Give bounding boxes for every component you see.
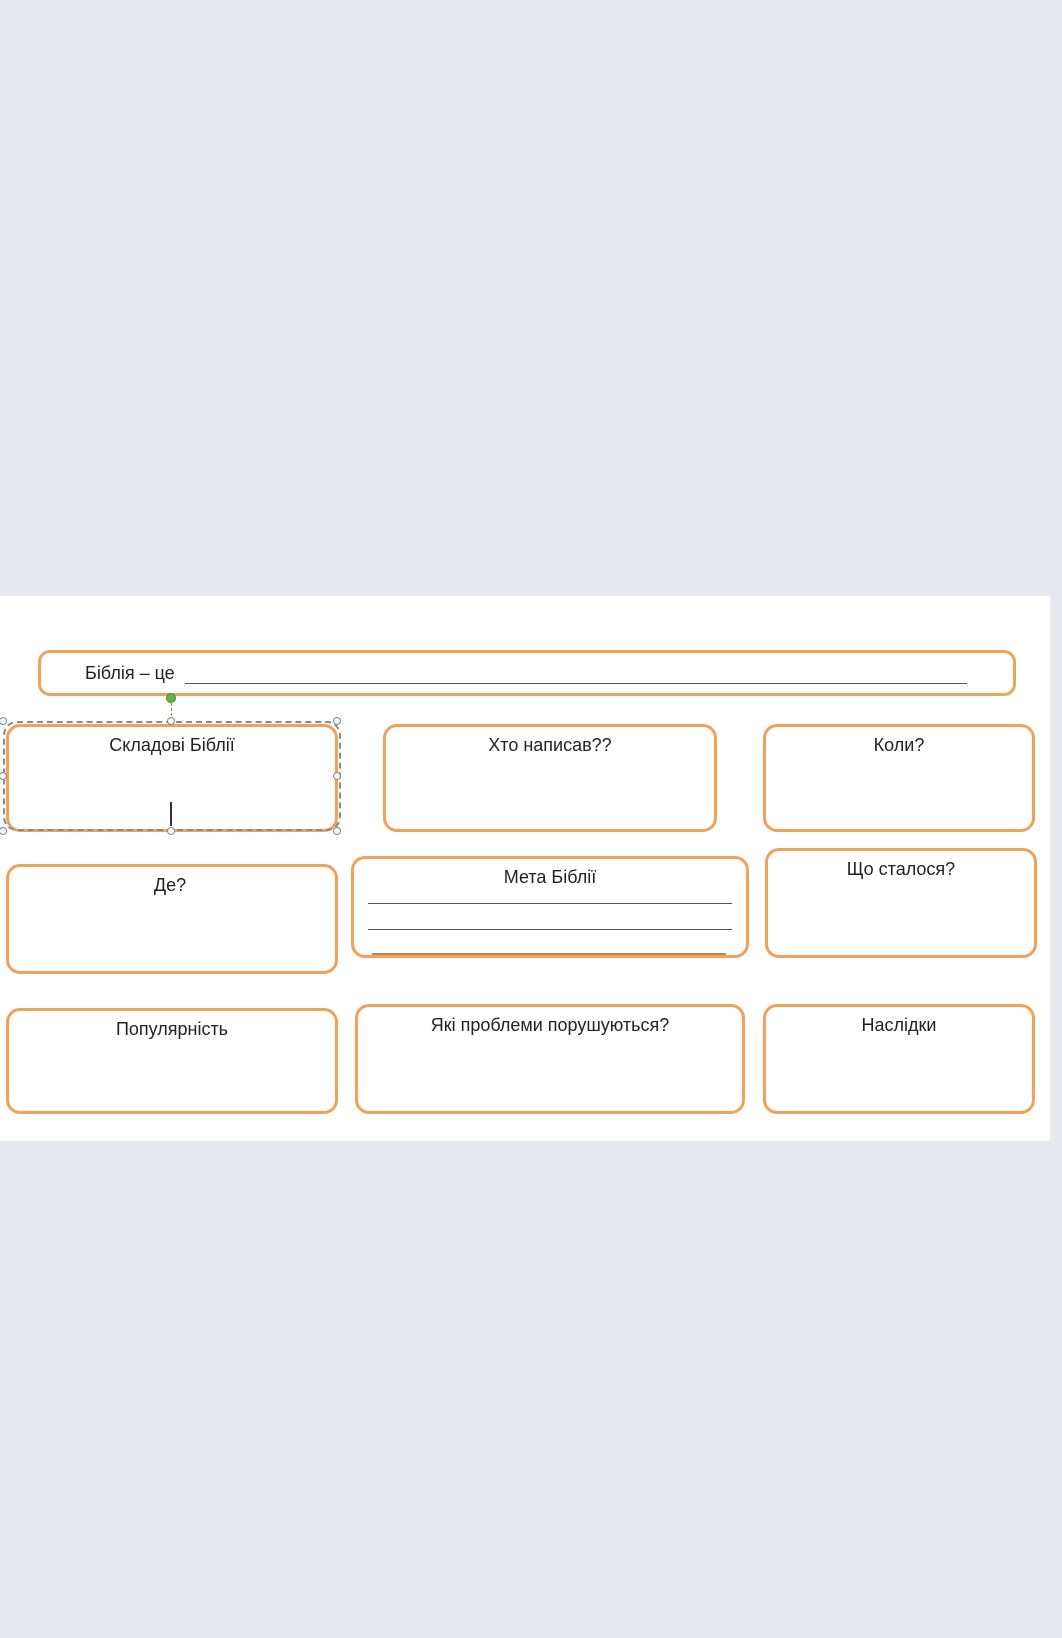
where-title: Де? bbox=[153, 875, 187, 895]
rotation-handle[interactable] bbox=[166, 693, 176, 703]
resize-handle-bottom-right[interactable] bbox=[333, 827, 341, 835]
definition-answer-line bbox=[185, 683, 967, 684]
text-cursor bbox=[170, 802, 172, 826]
resize-handle-bottom[interactable] bbox=[167, 827, 175, 835]
consequences-box[interactable]: Наслідки bbox=[763, 1004, 1035, 1114]
when-title: Коли? bbox=[873, 735, 925, 755]
bible-definition-label: Біблія – це bbox=[85, 663, 175, 683]
issues-title: Які проблеми порушуються? bbox=[430, 1015, 670, 1035]
bible-definition-box[interactable]: Біблія – це bbox=[38, 650, 1016, 696]
resize-handle-top[interactable] bbox=[167, 717, 175, 725]
resize-handle-right[interactable] bbox=[333, 772, 341, 780]
resize-handle-top-right[interactable] bbox=[333, 717, 341, 725]
who-wrote-box[interactable]: Хто написав?? bbox=[383, 724, 717, 832]
what-happened-box[interactable]: Що сталося? bbox=[765, 848, 1037, 958]
purpose-answer-line-3 bbox=[372, 953, 726, 955]
shape-selection-frame bbox=[3, 721, 341, 831]
who-wrote-title: Хто написав?? bbox=[488, 735, 612, 755]
consequences-title: Наслідки bbox=[861, 1015, 937, 1035]
screen: { "worksheet": { "definition": { "label"… bbox=[0, 0, 1062, 1638]
resize-handle-bottom-left[interactable] bbox=[0, 827, 7, 835]
purpose-answer-line-1 bbox=[368, 903, 732, 904]
purpose-box[interactable]: Мета Біблії bbox=[351, 856, 749, 958]
purpose-title: Мета Біблії bbox=[503, 867, 597, 887]
resize-handle-top-left[interactable] bbox=[0, 717, 7, 725]
issues-box[interactable]: Які проблеми порушуються? bbox=[355, 1004, 745, 1114]
what-happened-title: Що сталося? bbox=[846, 859, 956, 879]
when-box[interactable]: Коли? bbox=[763, 724, 1035, 832]
purpose-answer-line-2 bbox=[368, 929, 732, 930]
worksheet-page: Біблія – це Складові Біблії Хто написав?… bbox=[0, 596, 1050, 1141]
where-box[interactable]: Де? bbox=[6, 864, 338, 974]
popularity-box[interactable]: Популярність bbox=[6, 1008, 338, 1114]
popularity-title: Популярність bbox=[115, 1019, 229, 1039]
